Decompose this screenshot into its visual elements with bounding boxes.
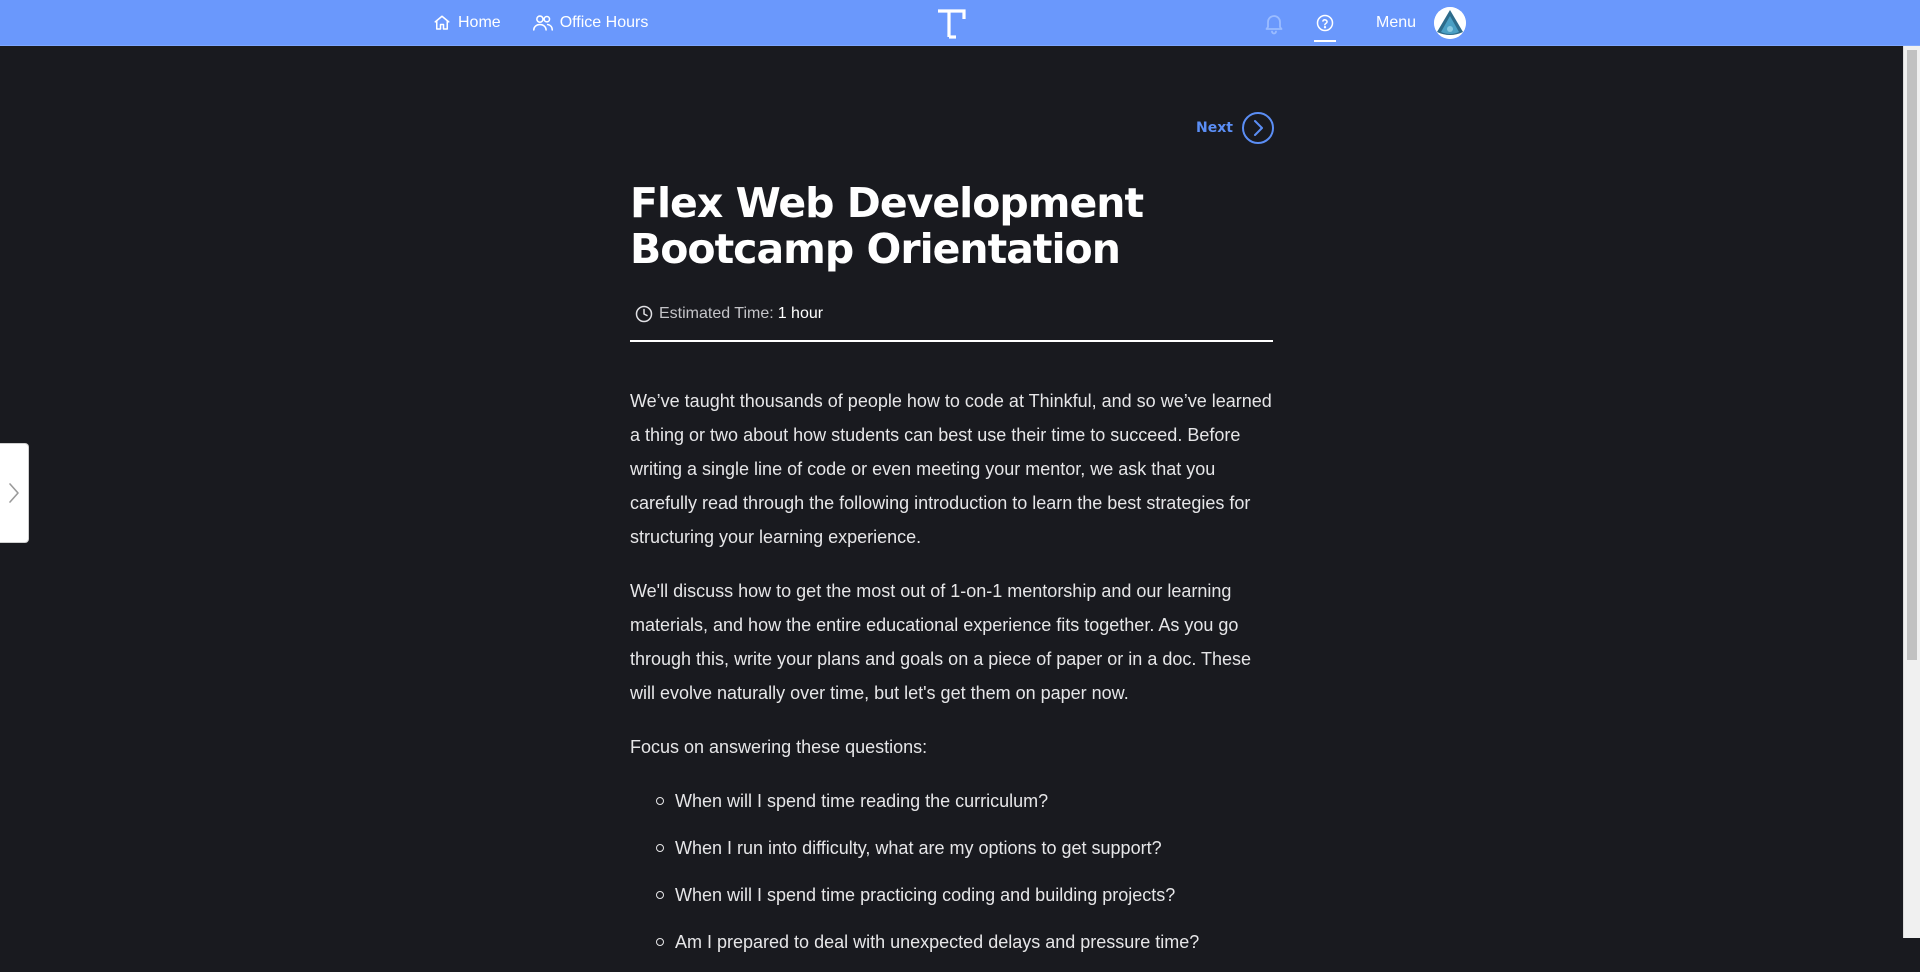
scrollbar-thumb[interactable] (1907, 50, 1917, 660)
help-circle-icon (1316, 14, 1334, 32)
home-icon (434, 15, 450, 30)
list-item: When I run into difficulty, what are my … (656, 831, 1273, 865)
user-avatar[interactable] (1434, 7, 1467, 39)
nav-office-hours-label: Office Hours (559, 14, 649, 31)
next-lesson-link[interactable]: Next (1196, 111, 1275, 145)
menu-button[interactable]: Menu (1376, 14, 1416, 32)
estimated-time-label: Estimated Time: (659, 305, 774, 322)
lesson-content: Flex Web Development Bootcamp Orientatio… (630, 180, 1273, 972)
chevron-right-circle-icon (1241, 112, 1274, 144)
top-navigation-bar: Home Office Hours Menu (0, 0, 1920, 46)
list-item: Am I prepared to deal with unexpected de… (656, 925, 1273, 959)
nav-right-group: Menu (1262, 0, 1467, 46)
clock-icon (635, 305, 653, 323)
active-tab-indicator (1314, 40, 1336, 42)
nav-left-group: Home Office Hours (433, 0, 680, 46)
title-divider (630, 340, 1273, 342)
sidebar-expand-tab[interactable] (0, 443, 29, 543)
lesson-title: Flex Web Development Bootcamp Orientatio… (630, 179, 1144, 273)
chevron-right-icon (9, 483, 19, 503)
nav-office-hours-link[interactable]: Office Hours (532, 14, 649, 32)
vertical-scrollbar[interactable] (1903, 46, 1920, 938)
questions-lead-in: Focus on answering these questions: (630, 737, 928, 757)
nav-home-link[interactable]: Home (433, 14, 501, 32)
nav-home-label: Home (458, 14, 501, 31)
discussion-paragraph: We'll discuss how to get the most out of… (630, 581, 1252, 703)
help-button[interactable] (1314, 0, 1336, 46)
intro-paragraph: We’ve taught thousands of people how to … (630, 391, 1272, 547)
estimated-time: Estimated Time: 1 hour (630, 300, 1273, 328)
thinkful-logo[interactable] (936, 7, 966, 39)
next-label: Next (1196, 120, 1233, 136)
lesson-body: We’ve taught thousands of people how to … (630, 384, 1273, 959)
estimated-time-value: 1 hour (777, 305, 824, 322)
list-item: When will I spend time practicing coding… (656, 878, 1273, 912)
bell-icon[interactable] (1262, 11, 1286, 35)
questions-list: When will I spend time reading the curri… (630, 784, 1273, 959)
list-item: When will I spend time reading the curri… (656, 784, 1273, 818)
users-icon (532, 15, 553, 31)
